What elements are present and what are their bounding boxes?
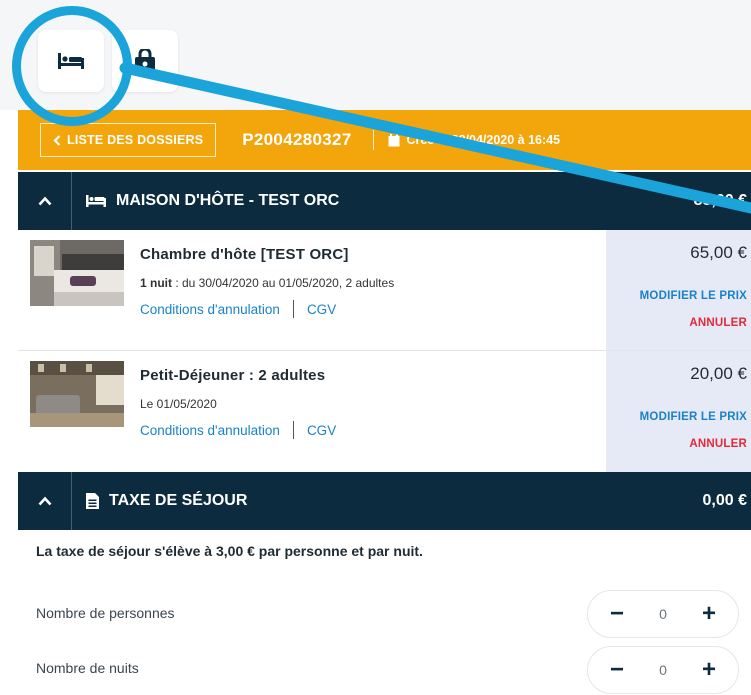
persons-stepper: − 0 + (587, 590, 739, 638)
item-name: Chambre d'hôte [TEST ORC] (140, 246, 349, 263)
modify-price-button[interactable]: MODIFIER LE PRIX (640, 411, 747, 423)
dossier-bar: LISTE DES DOSSIERS P2004280327 Créé le 2… (18, 110, 751, 170)
collapse-toggle[interactable] (18, 172, 72, 230)
section-maison-title-text: MAISON D'HÔTE - TEST ORC (116, 192, 340, 209)
nights-label: Nombre de nuits (36, 660, 139, 676)
section-maison-total: 85,00 € (693, 192, 747, 209)
bag-lock-icon (135, 49, 155, 72)
created-date-text: Créé le 28/04/2020 à 16:45 (406, 133, 561, 147)
cgv-link[interactable]: CGV (307, 423, 336, 438)
nights-stepper: − 0 + (587, 646, 739, 694)
section-taxe-title: TAXE DE SÉJOUR (86, 492, 247, 510)
collapse-toggle[interactable] (18, 472, 72, 530)
persons-label: Nombre de personnes (36, 605, 175, 621)
back-to-list-label: LISTE DES DOSSIERS (67, 133, 204, 147)
item-details-dates: : du 30/04/2020 au 01/05/2020, 2 adultes (172, 276, 395, 290)
conditions-link[interactable]: Conditions d'annulation (140, 423, 280, 438)
section-maison-title: MAISON D'HÔTE - TEST ORC (86, 192, 339, 210)
modify-price-button[interactable]: MODIFIER LE PRIX (640, 290, 747, 302)
item-details-date: Le 01/05/2020 (140, 397, 217, 411)
nights-value[interactable]: 0 (659, 662, 667, 678)
dossier-number: P2004280327 (242, 130, 352, 149)
back-to-list-button[interactable]: LISTE DES DOSSIERS (40, 123, 217, 157)
section-taxe-header[interactable]: TAXE DE SÉJOUR 0,00 € (18, 472, 751, 530)
cgv-link[interactable]: CGV (307, 302, 336, 317)
item-price: 65,00 € (690, 243, 747, 262)
breakfast-photo (30, 361, 124, 427)
calendar-icon (388, 133, 400, 146)
section-taxe-title-text: TAXE DE SÉJOUR (109, 492, 248, 509)
persons-value[interactable]: 0 (659, 606, 667, 622)
item-name: Petit-Déjeuner : 2 adultes (140, 367, 326, 384)
tab-activite[interactable] (112, 30, 178, 92)
bed-icon (86, 195, 106, 207)
decrement-button[interactable]: − (606, 602, 628, 626)
chevron-up-icon (38, 196, 51, 206)
item-details-nights: 1 nuit (140, 276, 172, 290)
top-tab-bar (0, 0, 751, 110)
created-date: Créé le 28/04/2020 à 16:45 (388, 133, 560, 147)
conditions-link[interactable]: Conditions d'annulation (140, 302, 280, 317)
item-links: Conditions d'annulation CGV (140, 300, 336, 318)
decrement-button[interactable]: − (606, 658, 628, 682)
tab-hebergement[interactable] (38, 30, 104, 92)
booking-items: Chambre d'hôte [TEST ORC] 1 nuit : du 30… (18, 230, 751, 472)
item-links: Conditions d'annulation CGV (140, 421, 336, 439)
list-item: Chambre d'hôte [TEST ORC] 1 nuit : du 30… (18, 230, 751, 351)
list-item: Petit-Déjeuner : 2 adultes Le 01/05/2020… (18, 351, 751, 472)
chevron-up-icon (38, 496, 51, 506)
tax-info-text: La taxe de séjour s'élève à 3,00 € par p… (36, 543, 423, 559)
item-details: 1 nuit : du 30/04/2020 au 01/05/2020, 2 … (140, 276, 394, 290)
item-details: Le 01/05/2020 (140, 397, 217, 411)
bed-icon (58, 53, 84, 69)
section-taxe-total: 0,00 € (702, 492, 747, 509)
cancel-button[interactable]: ANNULER (689, 317, 747, 329)
divider (292, 421, 294, 439)
item-price: 20,00 € (690, 364, 747, 383)
divider (373, 130, 375, 150)
increment-button[interactable]: + (698, 658, 720, 682)
increment-button[interactable]: + (698, 602, 720, 626)
divider (292, 300, 294, 318)
chevron-left-icon (53, 134, 61, 146)
cancel-button[interactable]: ANNULER (689, 438, 747, 450)
room-photo (30, 240, 124, 306)
section-maison-header[interactable]: MAISON D'HÔTE - TEST ORC 85,00 € (18, 172, 751, 230)
document-icon (86, 493, 99, 509)
